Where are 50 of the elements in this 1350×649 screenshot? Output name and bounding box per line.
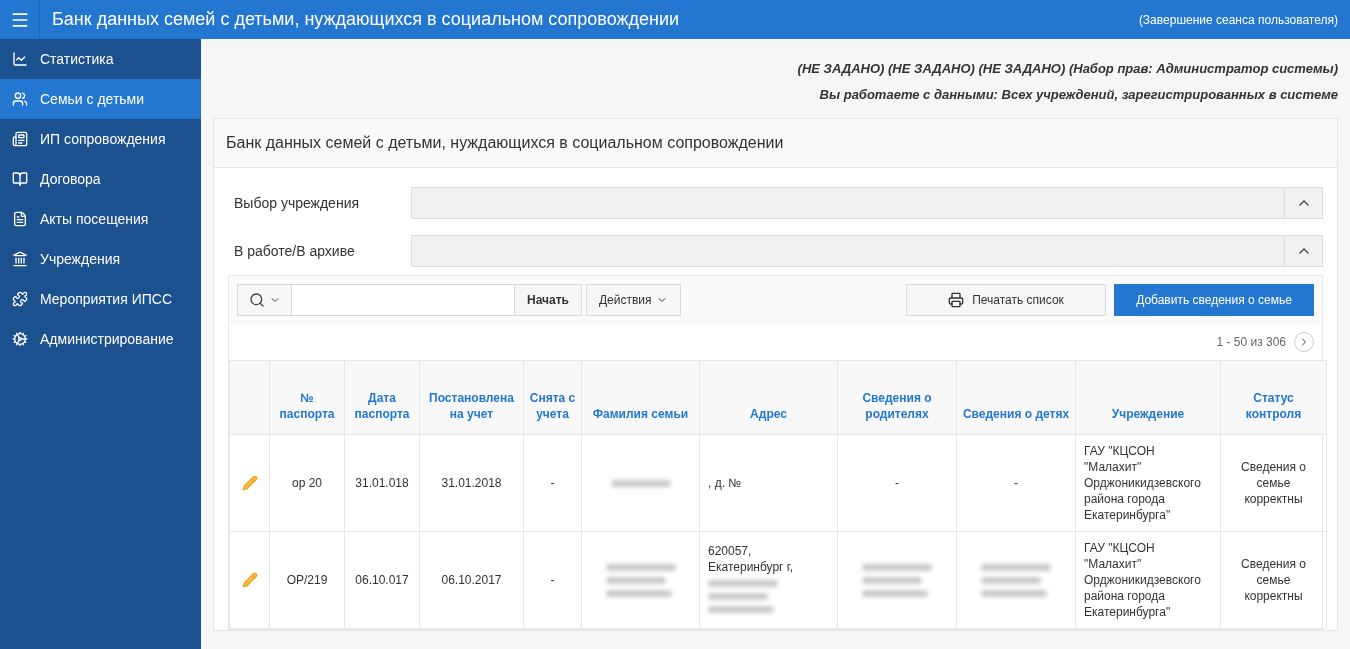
table-cell-text: ГАУ "КЦСОН "Малахит" Орджоникидзевского района города Екатеринбурга" [1084, 443, 1202, 523]
table-cell-text: , д. № [708, 475, 742, 491]
table-cell-text: - [895, 475, 899, 491]
table-cell-text: - [550, 475, 555, 491]
printer-icon [948, 292, 965, 308]
table-cell-text: 06.10.017 [355, 572, 409, 588]
go-button[interactable]: Начать [514, 284, 582, 316]
pagination-text: 1 - 50 из 306 [1216, 334, 1286, 351]
table-cell-text: 31.01.2018 [441, 475, 502, 491]
table-cell-text: 620057, Екатеринбург г, [708, 542, 795, 575]
pencil-icon[interactable] [241, 475, 258, 491]
bank-building-icon [12, 251, 28, 267]
table-cell-text: Сведения о семье корректны [1240, 556, 1307, 604]
user-info-text: Вы работаете с данными: Всех учреждений, зарегистрированных в системе [819, 85, 1338, 104]
column-header[interactable]: Сведения о детях [961, 406, 1071, 422]
table-cell-text: ОР/219 [286, 572, 328, 588]
search-options-button[interactable] [237, 284, 292, 316]
sidebar-item[interactable]: Семьи с детьми [0, 79, 201, 119]
filter-label: Выбор учреждения [233, 193, 361, 213]
table-cell-text: ГАУ "КЦСОН "Малахит" Орджоникидзевского района города Екатеринбурга" [1084, 540, 1202, 620]
add-family-button[interactable]: Добавить сведения о семье [1114, 284, 1314, 316]
newspaper-icon [12, 131, 28, 147]
next-page-button[interactable] [1294, 332, 1314, 352]
actions-button[interactable]: Действия [585, 284, 681, 316]
print-button[interactable]: Печатать список [906, 284, 1106, 316]
search-icon [248, 292, 265, 308]
users-icon [12, 91, 28, 107]
document-icon [12, 211, 28, 227]
logout-link[interactable]: (Завершение сеанса пользователя) [1138, 10, 1338, 29]
book-icon [12, 171, 28, 187]
column-header[interactable]: Адрес [704, 406, 833, 422]
table-cell-text: ор 20 [292, 475, 322, 491]
pencil-icon[interactable] [241, 572, 258, 588]
puzzle-icon [12, 291, 28, 307]
table-cell-text: Сведения о семье корректны [1240, 459, 1307, 507]
column-header[interactable]: Учреждение [1080, 406, 1216, 422]
search-field[interactable] [292, 284, 514, 316]
user-info-text: (НЕ ЗАДАНО) (НЕ ЗАДАНО) (НЕ ЗАДАНО) (Набор прав: Администратор системы) [797, 60, 1338, 78]
column-header[interactable]: Фамилия семьи [586, 406, 695, 422]
table-cell-text: - [550, 572, 555, 588]
select-field[interactable] [411, 235, 1323, 267]
filter-label: В работе/В архиве [233, 241, 356, 261]
gears-icon [12, 331, 28, 347]
table-cell-text: 31.01.018 [355, 475, 409, 491]
table-cell-text: 06.10.2017 [441, 572, 502, 588]
line-chart-icon [12, 51, 28, 67]
app-title: Банк данных семей с детьми, нуждающихся в социальном сопровождении [52, 8, 680, 31]
table-cell-text: - [1014, 475, 1018, 491]
select-field[interactable] [411, 187, 1323, 219]
card-title: Банк данных семей с детьми, нуждающихся в социальном сопровождении [226, 133, 784, 153]
